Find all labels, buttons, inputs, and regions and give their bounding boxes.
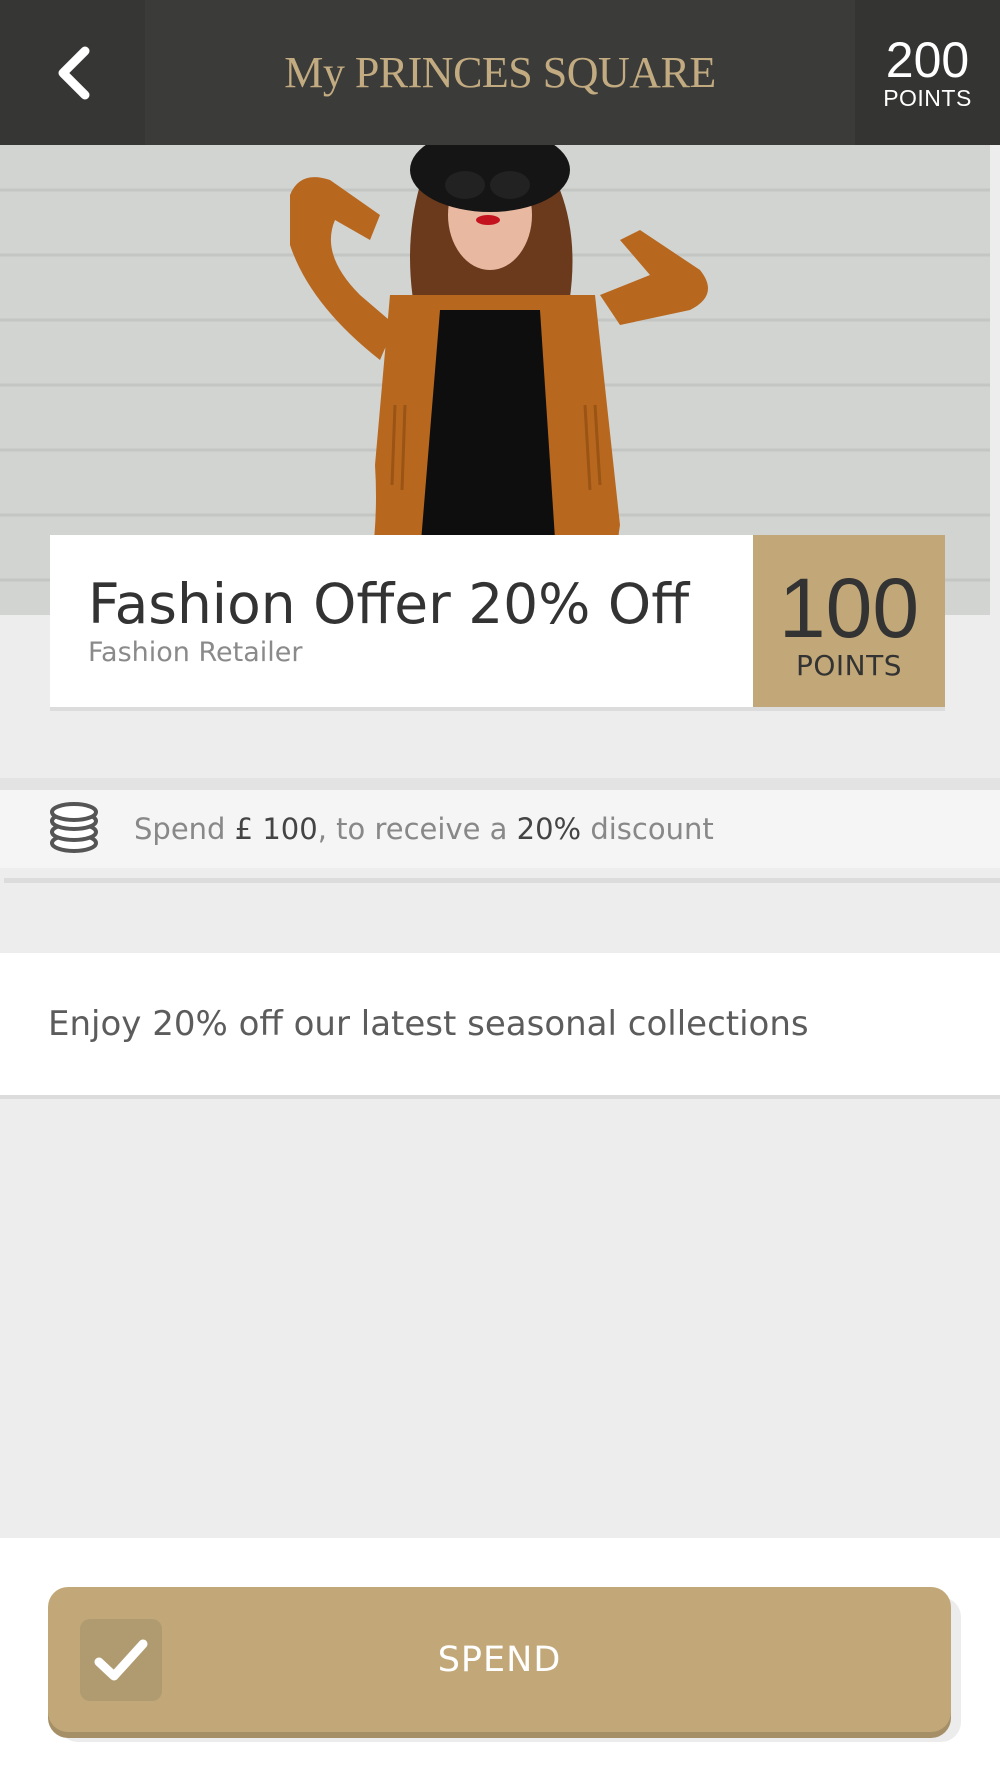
spend-check-box — [80, 1619, 162, 1701]
chevron-left-icon — [58, 46, 89, 99]
section-divider — [4, 878, 1000, 883]
spend-button-label: SPEND — [437, 1639, 562, 1680]
brand-title: My PRINCES SQUARE — [284, 48, 716, 97]
user-points-label: POINTS — [883, 84, 972, 111]
offer-description: Enjoy 20% off our latest seasonal collec… — [0, 953, 1000, 1099]
spend-info-text: Spend £ 100, to receive a 20% discount — [134, 812, 714, 846]
section-divider — [0, 778, 1000, 790]
app-header: My PRINCES SQUARE 200 POINTS — [0, 0, 1000, 145]
spend-button[interactable]: SPEND — [48, 1587, 951, 1732]
check-icon — [94, 1639, 148, 1681]
offer-title: Fashion Offer 20% Off — [88, 572, 690, 636]
user-points-badge: 200 POINTS — [855, 0, 1000, 145]
spend-amount: £ 100 — [234, 812, 318, 846]
back-button[interactable] — [0, 0, 145, 145]
offer-points-label: POINTS — [795, 649, 902, 682]
user-points-value: 200 — [885, 31, 970, 88]
spend-middle: , to receive a — [317, 812, 517, 846]
offer-card: Fashion Offer 20% Off Fashion Retailer 1… — [50, 535, 945, 707]
coins-icon — [50, 802, 98, 853]
spend-info-row: Spend £ 100, to receive a 20% discount — [0, 790, 1000, 868]
spend-suffix: discount — [581, 812, 714, 846]
spend-prefix: Spend — [134, 812, 235, 846]
offer-retailer: Fashion Retailer — [88, 637, 303, 668]
offer-details: Fashion Offer 20% Off Fashion Retailer — [50, 535, 753, 707]
spend-discount: 20% — [516, 812, 582, 846]
offer-points-badge: 100 POINTS — [753, 535, 945, 707]
offer-points-value: 100 — [778, 561, 920, 655]
